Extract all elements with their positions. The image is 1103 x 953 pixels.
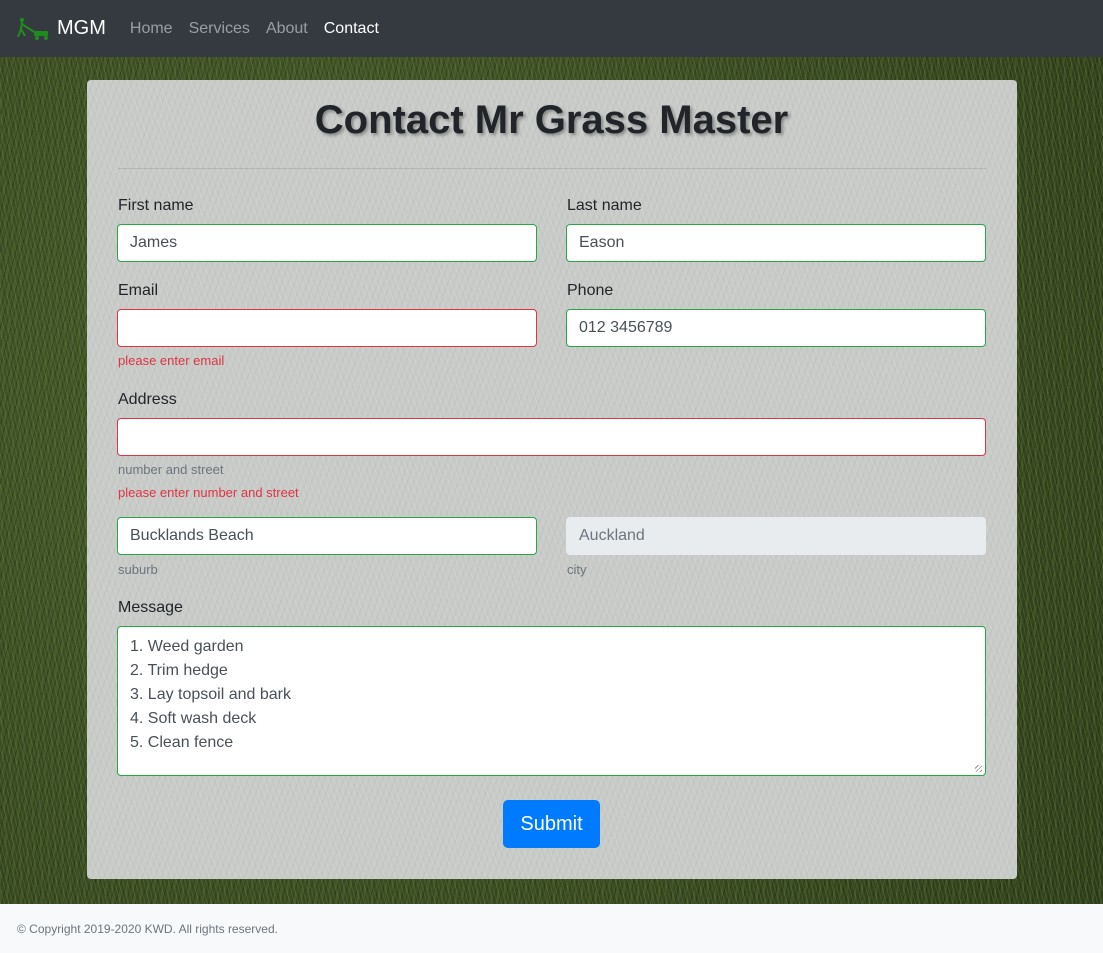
brand[interactable]: MGM [16, 0, 106, 57]
city-input: Auckland [566, 517, 986, 555]
suburb-help: suburb [118, 562, 158, 577]
message-line: 1. Weed garden [130, 638, 244, 655]
email-label: Email [118, 282, 159, 299]
brand-text: MGM [57, 17, 106, 39]
footer: © Copyright 2019-2020 KWD. All rights re… [0, 904, 1103, 953]
message-line: 2. Trim hedge [130, 662, 228, 679]
copyright-text: © Copyright 2019-2020 KWD. All rights re… [17, 921, 278, 936]
resize-grip-icon[interactable] [975, 765, 982, 772]
suburb-input[interactable]: Bucklands Beach [117, 517, 537, 555]
last-name-label: Last name [567, 197, 642, 214]
city-help: city [567, 562, 587, 577]
message-line: 4. Soft wash deck [130, 710, 257, 727]
email-input[interactable] [117, 309, 537, 347]
nav-link-contact[interactable]: Contact [324, 20, 379, 38]
nav-link-services[interactable]: Services [189, 20, 250, 38]
address-error: please enter number and street [118, 485, 299, 500]
message-line: 5. Clean fence [130, 734, 234, 751]
message-label: Message [118, 599, 183, 616]
last-name-input[interactable]: Eason [566, 224, 986, 262]
page-title: Contact Mr Grass Master [314, 98, 789, 142]
first-name-input[interactable]: James [117, 224, 537, 262]
message-line: 3. Lay topsoil and bark [130, 686, 291, 703]
lawnmower-icon [17, 17, 48, 40]
divider [118, 168, 986, 169]
navbar: MGM Home Services About Contact [0, 0, 1103, 57]
phone-input[interactable]: 012 3456789 [566, 309, 986, 347]
message-textarea[interactable]: 1. Weed garden 2. Trim hedge 3. Lay tops… [117, 626, 986, 776]
address-input[interactable] [117, 418, 986, 456]
nav-link-about[interactable]: About [266, 20, 308, 38]
nav-links: Home Services About Contact [130, 20, 395, 38]
address-help: number and street [118, 462, 224, 477]
email-error: please enter email [118, 353, 225, 368]
address-label: Address [118, 391, 177, 408]
phone-label: Phone [567, 282, 614, 299]
first-name-label: First name [118, 197, 194, 214]
nav-link-home[interactable]: Home [130, 20, 173, 38]
submit-button[interactable]: Submit [503, 800, 600, 848]
